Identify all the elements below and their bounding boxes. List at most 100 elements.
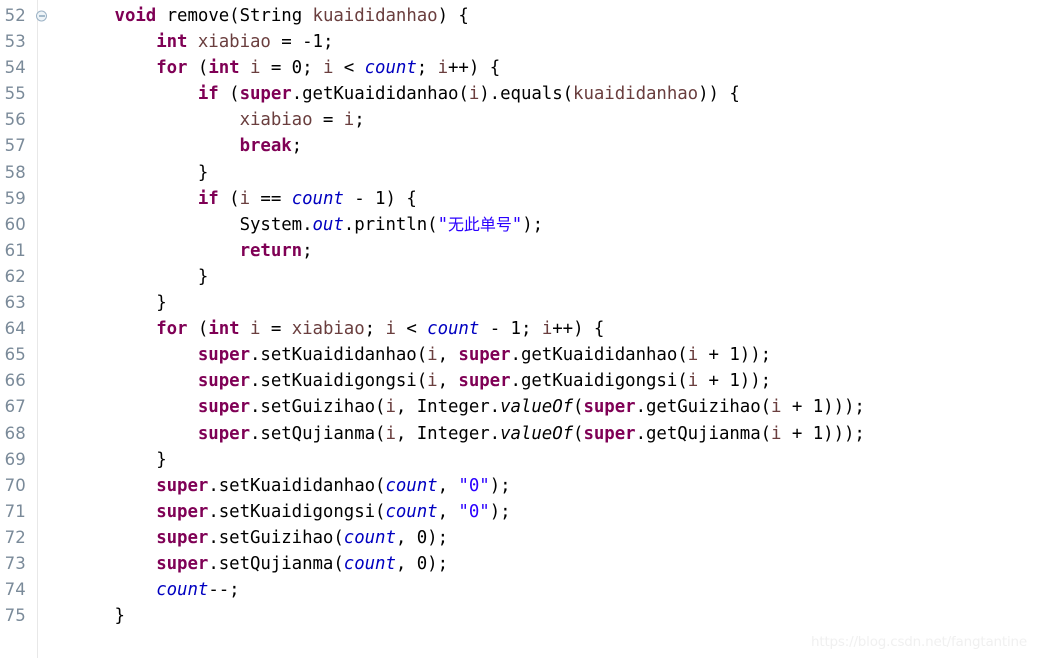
- line-number-gutter[interactable]: 52 53 54 55 56 57 58 59 60 61 62 63 64 65 66 67 68 69 70 71…: [0, 0, 47, 658]
- code-token-local: xiabiao: [239, 110, 313, 131]
- code-token-string: "0": [458, 475, 490, 496]
- code-token-local: i: [385, 397, 396, 418]
- code-token-plain: - 1;: [479, 319, 542, 340]
- line-number: 56: [4, 110, 26, 130]
- code-line[interactable]: }: [38, 160, 1037, 186]
- code-token-local: kuaididanhao: [312, 6, 438, 26]
- code-token-kw: void: [114, 6, 157, 26]
- code-line[interactable]: break;: [38, 133, 1037, 159]
- code-token-plain: .println(: [343, 214, 438, 235]
- code-token-plain: =: [260, 319, 292, 340]
- code-token-plain: }: [52, 293, 167, 314]
- code-line[interactable]: count--;: [38, 577, 1037, 603]
- code-line[interactable]: super.setKuaidigongsi(count, "0");: [38, 499, 1037, 525]
- line-number: 67: [4, 397, 26, 417]
- code-token-plain: ,: [437, 475, 459, 496]
- code-token-plain: }: [52, 266, 209, 287]
- code-token-plain: --;: [208, 580, 240, 601]
- line-number: 60: [4, 214, 26, 234]
- code-token-kw: break: [239, 136, 292, 157]
- code-token-plain: ;: [364, 319, 386, 340]
- line-number: 73: [4, 553, 26, 573]
- code-token-kw: super: [239, 84, 292, 105]
- code-line[interactable]: int xiabiao = -1;: [38, 29, 1037, 55]
- code-token-plain: .getKuaididanhao(: [510, 345, 688, 366]
- code-line[interactable]: for (int i = xiabiao; i < count - 1; i++…: [38, 316, 1037, 342]
- code-editor[interactable]: 52 53 54 55 56 57 58 59 60 61 62 63 64 65 66 67 68 69 70 71…: [0, 0, 1037, 658]
- code-token-field: count: [385, 475, 438, 496]
- code-token-local: kuaididanhao: [573, 84, 699, 105]
- code-token-plain: ,: [437, 501, 459, 522]
- code-token-kw: return: [239, 240, 303, 261]
- code-token-plain: =: [312, 110, 344, 131]
- code-token-kw: super: [197, 423, 250, 444]
- code-line[interactable]: super.setKuaidigongsi(i, super.getKuaidi…: [38, 368, 1037, 394]
- line-number: 63: [4, 293, 26, 313]
- line-number: 53: [4, 32, 26, 52]
- code-line[interactable]: super.setGuizihao(i, Integer.valueOf(sup…: [38, 394, 1037, 420]
- code-token-field: count: [291, 188, 344, 209]
- code-token-kw: super: [156, 501, 209, 522]
- code-token-local: i: [250, 319, 261, 340]
- code-text-area[interactable]: void remove(String kuaididanhao) { int x…: [38, 0, 1037, 658]
- code-line[interactable]: super.setKuaididanhao(count, "0");: [38, 473, 1037, 499]
- line-number: 57: [4, 136, 26, 156]
- code-token-field: out: [312, 214, 344, 235]
- code-token-plain: .getGuizihao(: [635, 397, 772, 418]
- line-number: 62: [4, 266, 26, 286]
- code-line[interactable]: }: [38, 447, 1037, 473]
- code-line[interactable]: for (int i = 0; i < count; i++) {: [38, 55, 1037, 81]
- code-token-plain: .setQujianma(: [208, 553, 344, 574]
- code-token-field: count: [364, 58, 417, 79]
- code-line[interactable]: super.setQujianma(i, Integer.valueOf(sup…: [38, 421, 1037, 447]
- code-token-plain: - 1) {: [343, 188, 417, 209]
- code-token-plain: )) {: [698, 84, 740, 105]
- code-line[interactable]: return;: [38, 238, 1037, 264]
- code-line[interactable]: xiabiao = i;: [38, 107, 1037, 133]
- line-number: 70: [4, 475, 26, 495]
- code-token-plain: (: [573, 423, 584, 444]
- code-token-kw: super: [458, 371, 511, 392]
- code-token-local: i: [687, 371, 699, 392]
- code-line[interactable]: }: [38, 290, 1037, 316]
- line-number: 59: [4, 188, 26, 208]
- code-token-plain: , Integer.: [395, 397, 501, 418]
- code-line[interactable]: if (super.getKuaididanhao(i).equals(kuai…: [38, 81, 1037, 107]
- code-line[interactable]: super.setGuizihao(count, 0);: [38, 525, 1037, 551]
- code-token-plain: ;: [291, 136, 303, 157]
- code-token-plain: .setKuaididanhao(: [208, 475, 386, 496]
- code-token-plain: ++) {: [448, 58, 501, 79]
- code-token-local: i: [427, 371, 438, 392]
- code-line[interactable]: }: [38, 603, 1037, 629]
- code-token-plain: .setGuizihao(: [250, 397, 386, 418]
- code-line[interactable]: }: [38, 264, 1037, 290]
- code-line[interactable]: System.out.println("无此单号");: [38, 212, 1037, 238]
- code-token-plain: }: [52, 162, 209, 183]
- line-number: 65: [4, 345, 26, 365]
- code-token-local: i: [427, 345, 438, 366]
- code-line[interactable]: void remove(String kuaididanhao) {: [38, 3, 1037, 29]
- code-token-plain: = -1;: [270, 32, 334, 53]
- code-token-kw: super: [583, 397, 636, 418]
- code-token-plain: , 0);: [395, 553, 448, 574]
- code-line[interactable]: if (i == count - 1) {: [38, 186, 1037, 212]
- code-token-plain: (: [187, 319, 209, 340]
- code-token-plain: }: [52, 606, 125, 627]
- line-number: 69: [4, 449, 26, 469]
- code-token-kw: super: [458, 345, 511, 366]
- code-line[interactable]: super.setKuaididanhao(i, super.getKuaidi…: [38, 342, 1037, 368]
- code-token-plain: .setKuaididanhao(: [250, 345, 428, 366]
- code-token-plain: , 0);: [395, 527, 448, 548]
- code-token-local: i: [468, 84, 480, 105]
- code-token-field: count: [385, 501, 438, 522]
- code-line[interactable]: super.setQujianma(count, 0);: [38, 551, 1037, 577]
